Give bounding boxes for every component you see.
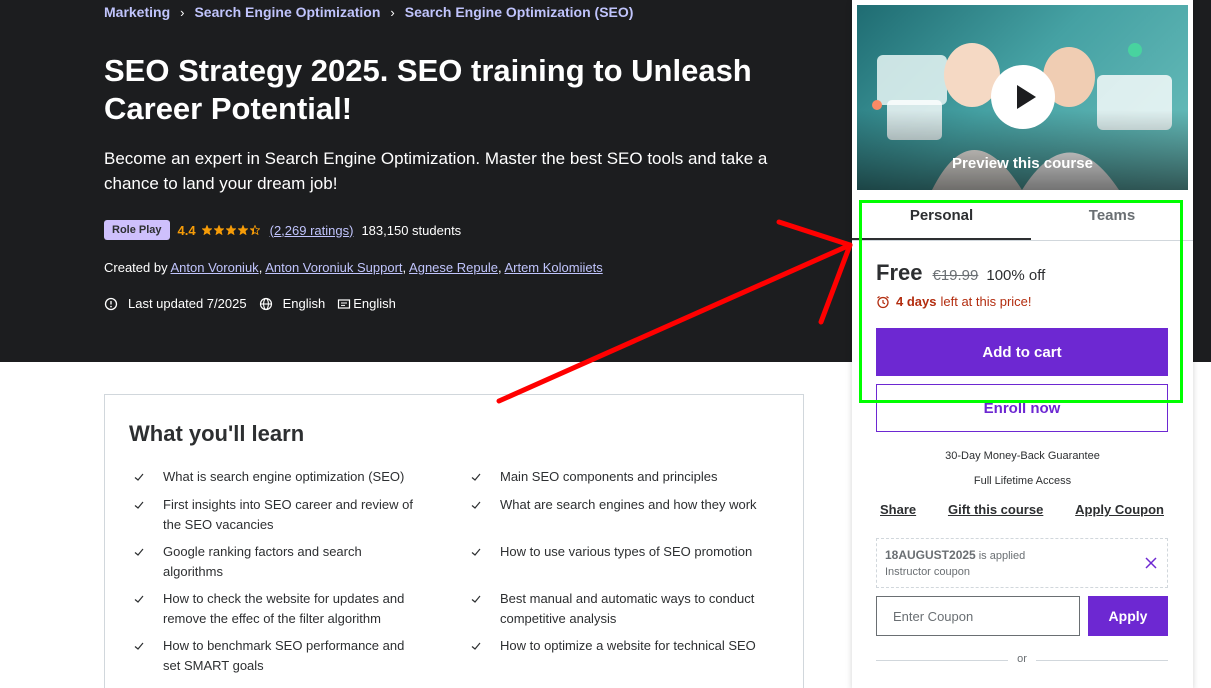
learn-item: How to check the website for updates and… — [131, 589, 421, 629]
breadcrumb-seo[interactable]: Search Engine Optimization — [194, 4, 380, 20]
star-icon — [201, 225, 212, 235]
share-link[interactable]: Share — [880, 502, 916, 517]
chevron-right-icon: › — [390, 4, 395, 20]
rating-value: 4.4 — [177, 222, 196, 238]
created-by: Created by Anton Voroniuk, Anton Voroniu… — [104, 260, 603, 275]
price-deadline: 4 days left at this price! — [876, 294, 1032, 309]
learn-item: How to use various types of SEO promotio… — [468, 542, 758, 562]
divider-line — [1036, 660, 1168, 661]
lifetime-access: Full Lifetime Access — [973, 475, 1072, 487]
add-to-cart-button[interactable]: Add to cart — [876, 328, 1168, 376]
checkmark-icon — [134, 595, 144, 603]
apply-coupon-button[interactable]: Apply — [1088, 596, 1168, 636]
author-link[interactable]: Anton Voroniuk Support — [265, 260, 402, 275]
learn-item: How to benchmark SEO performance and set… — [131, 636, 421, 676]
play-button[interactable] — [991, 65, 1055, 129]
learn-item: Google ranking factors and search algori… — [131, 542, 421, 582]
author-link[interactable]: Anton Voroniuk — [171, 260, 259, 275]
learn-item: First insights into SEO career and revie… — [131, 495, 421, 535]
course-preview[interactable]: Preview this course — [857, 5, 1188, 190]
gift-course-link[interactable]: Gift this course — [948, 502, 1043, 517]
price-row: Free €19.99 100% off — [876, 260, 1045, 286]
star-icon — [225, 225, 236, 235]
last-updated: Last updated 7/2025 — [128, 296, 247, 311]
what-youll-learn: What you'll learn What is search engine … — [104, 394, 804, 688]
coupon-code-text: 18AUGUST2025 — [885, 548, 976, 562]
star-icon — [237, 225, 248, 235]
author-link[interactable]: Artem Kolomiiets — [504, 260, 602, 275]
deadline-days: 4 days — [896, 294, 937, 309]
breadcrumb: Marketing › Search Engine Optimization ›… — [104, 4, 633, 20]
alert-badge-icon — [104, 297, 118, 310]
coupon-applied-text: is applied — [978, 550, 1026, 562]
course-meta: Last updated 7/2025 English English — [104, 296, 396, 311]
checkmark-icon — [134, 548, 144, 556]
coupon-input[interactable] — [876, 596, 1080, 636]
original-price: €19.99 — [932, 267, 979, 284]
breadcrumb-marketing[interactable]: Marketing — [104, 4, 170, 20]
rating-row: Role Play 4.4 (2,269 ratings) 183,150 st… — [104, 220, 461, 240]
learn-item: Best manual and automatic ways to conduc… — [468, 589, 758, 629]
checkmark-icon — [471, 595, 481, 603]
created-by-label: Created by — [104, 260, 168, 275]
tab-teams[interactable]: Teams — [1031, 200, 1193, 240]
learn-item: What is search engine optimization (SEO) — [131, 467, 421, 487]
purchase-sidebar: Preview this course Personal Teams Free … — [852, 0, 1193, 688]
checkmark-icon — [134, 501, 144, 509]
coupon-type: Instructor coupon — [885, 566, 970, 578]
purchase-tabs: Personal Teams — [852, 200, 1193, 241]
or-text: or — [1017, 653, 1027, 665]
star-icon — [213, 225, 224, 235]
caption-language: English — [353, 296, 396, 311]
course-subtitle: Become an expert in Search Engine Optimi… — [104, 149, 768, 193]
course-actions: Share Gift this course Apply Coupon — [880, 502, 1164, 517]
closed-captions-icon — [338, 298, 351, 309]
checkmark-icon — [471, 473, 481, 481]
play-icon — [1017, 85, 1036, 109]
students-count: 183,150 students — [361, 222, 462, 238]
applied-coupon: 18AUGUST2025 is applied Instructor coupon — [876, 538, 1168, 588]
deadline-text: left at this price! — [940, 294, 1032, 309]
star-rating — [201, 225, 262, 235]
course-language: English — [282, 296, 326, 311]
globe-icon — [259, 297, 272, 310]
role-play-badge: Role Play — [104, 220, 170, 240]
checkmark-icon — [471, 501, 481, 509]
checkmark-icon — [471, 548, 481, 556]
checkmark-icon — [134, 473, 144, 481]
preview-label: Preview this course — [952, 155, 1093, 172]
chevron-right-icon: › — [180, 4, 185, 20]
current-price: Free — [876, 260, 923, 285]
learn-item: Main SEO components and principles — [468, 467, 758, 487]
tab-personal[interactable]: Personal — [852, 200, 1031, 240]
learn-item: What are search engines and how they wor… — [468, 495, 758, 515]
coupon-code: 18AUGUST2025 is applied — [885, 548, 1025, 562]
discount-percent: 100% off — [986, 267, 1046, 284]
star-icon — [249, 225, 260, 235]
close-icon[interactable] — [1143, 555, 1159, 571]
author-link[interactable]: Agnese Repule — [409, 260, 498, 275]
enroll-now-button[interactable]: Enroll now — [876, 384, 1168, 432]
alarm-clock-icon — [877, 295, 889, 308]
money-back-guarantee: 30-Day Money-Back Guarantee — [945, 450, 1100, 462]
breadcrumb-seo-topic[interactable]: Search Engine Optimization (SEO) — [405, 4, 634, 20]
apply-coupon-link[interactable]: Apply Coupon — [1075, 502, 1164, 517]
checkmark-icon — [134, 642, 144, 650]
course-title: SEO Strategy 2025. SEO training to Unlea… — [104, 53, 752, 126]
learn-item: How to optimize a website for technical … — [468, 636, 758, 656]
ratings-count-link[interactable]: (2,269 ratings) — [270, 223, 354, 238]
or-divider: or — [876, 652, 1168, 668]
learn-title: What you'll learn — [129, 421, 305, 446]
checkmark-icon — [471, 642, 481, 650]
